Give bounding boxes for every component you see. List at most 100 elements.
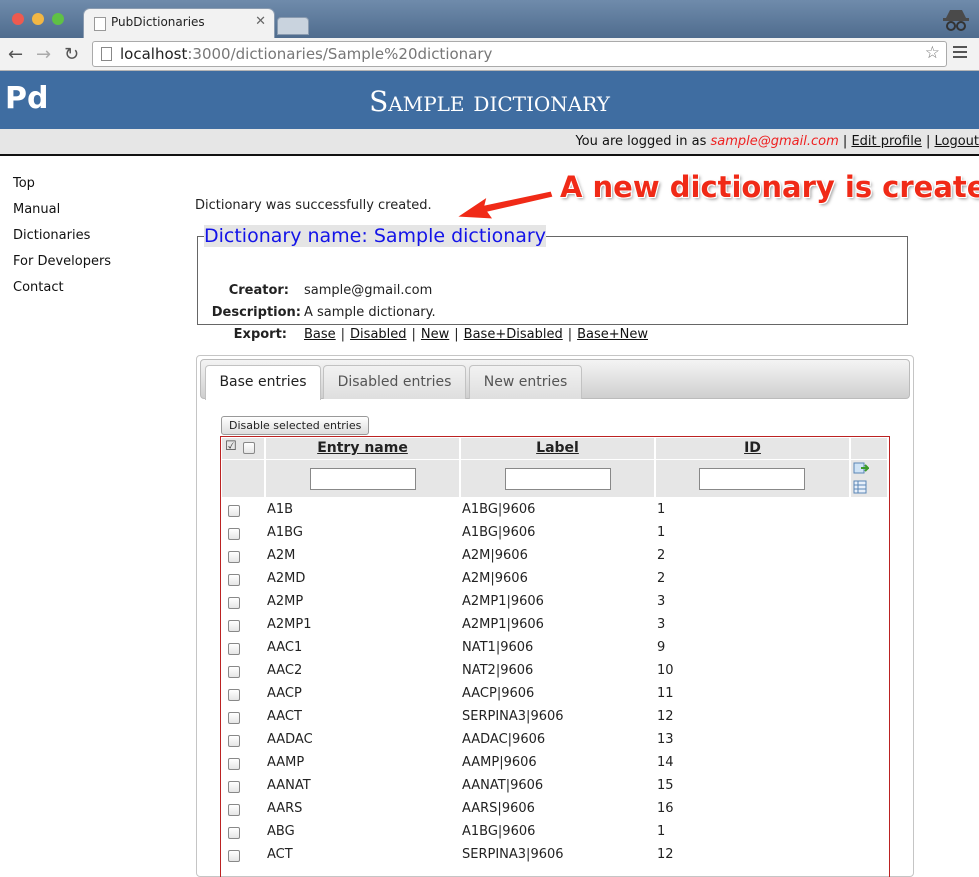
- column-header-id[interactable]: ID: [656, 438, 849, 459]
- entry-name-cell: ABG: [267, 824, 295, 839]
- sidebar-item-for-developers[interactable]: For Developers: [13, 254, 111, 280]
- row-checkbox[interactable]: [228, 620, 240, 632]
- id-filter-input[interactable]: [699, 468, 805, 490]
- label-filter-input[interactable]: [505, 468, 611, 490]
- creator-label: Creator:: [228, 283, 289, 298]
- browser-tab[interactable]: PubDictionaries ✕: [84, 9, 274, 38]
- table-row[interactable]: A1BG A1BG|9606 1: [221, 522, 889, 545]
- table-row[interactable]: A2M A2M|9606 2: [221, 545, 889, 568]
- close-window-button[interactable]: [12, 13, 24, 25]
- entry-name-cell: AAMP: [267, 755, 305, 770]
- browser-menu-icon[interactable]: [953, 46, 967, 61]
- id-cell: 1: [657, 525, 666, 540]
- tab-new-entries[interactable]: New entries: [469, 365, 582, 399]
- export-base-disabled-link[interactable]: Base+Disabled: [464, 327, 563, 342]
- separator: |: [842, 134, 848, 149]
- table-row[interactable]: ABG A1BG|9606 1: [221, 821, 889, 844]
- entry-name-cell: A1B: [267, 502, 294, 517]
- table-row[interactable]: AAMP AAMP|9606 14: [221, 752, 889, 775]
- export-new-link[interactable]: New: [421, 327, 449, 342]
- entries-panel: Base entries Disabled entries New entrie…: [196, 355, 914, 877]
- login-status-label: You are logged in as: [575, 134, 707, 149]
- close-tab-icon[interactable]: ✕: [255, 14, 266, 29]
- id-cell: 1: [657, 502, 666, 517]
- tab-disabled-entries[interactable]: Disabled entries: [323, 365, 466, 399]
- column-header-label[interactable]: Label: [461, 438, 654, 459]
- id-cell: 1: [657, 824, 666, 839]
- label-cell: AACP|9606: [462, 686, 535, 701]
- column-header-entry-name[interactable]: Entry name: [266, 438, 459, 459]
- row-checkbox[interactable]: [228, 574, 240, 586]
- row-checkbox[interactable]: [228, 781, 240, 793]
- table-row[interactable]: AAC2 NAT2|9606 10: [221, 660, 889, 683]
- table-row[interactable]: AARS AARS|9606 16: [221, 798, 889, 821]
- table-row[interactable]: AAC1 NAT1|9606 9: [221, 637, 889, 660]
- sidebar-item-dictionaries[interactable]: Dictionaries: [13, 228, 111, 254]
- sidebar: Top Manual Dictionaries For Developers C…: [13, 176, 111, 306]
- site-header: Pd Sample dictionary: [0, 71, 979, 129]
- row-checkbox[interactable]: [228, 643, 240, 655]
- row-checkbox[interactable]: [228, 758, 240, 770]
- table-row[interactable]: AADAC AADAC|9606 13: [221, 729, 889, 752]
- page-title: Sample dictionary: [369, 85, 610, 118]
- sidebar-item-contact[interactable]: Contact: [13, 280, 111, 306]
- edit-profile-link[interactable]: Edit profile: [851, 134, 921, 149]
- table-row[interactable]: A2MP A2MP1|9606 3: [221, 591, 889, 614]
- reload-icon[interactable]: ↻: [64, 44, 79, 65]
- entry-name-cell: AANAT: [267, 778, 311, 793]
- flash-message: Dictionary was successfully created.: [195, 198, 432, 213]
- export-disabled-link[interactable]: Disabled: [350, 327, 406, 342]
- export-label: Export:: [233, 327, 287, 342]
- header-action-cell: [851, 438, 887, 459]
- row-checkbox[interactable]: [228, 827, 240, 839]
- table-row[interactable]: A1B A1BG|9606 1: [221, 499, 889, 522]
- forward-icon[interactable]: →: [36, 44, 51, 65]
- id-cell: 3: [657, 594, 666, 609]
- refresh-icon[interactable]: [853, 462, 869, 476]
- row-checkbox[interactable]: [228, 689, 240, 701]
- export-base-link[interactable]: Base: [304, 327, 336, 342]
- zoom-window-button[interactable]: [52, 13, 64, 25]
- row-checkbox[interactable]: [228, 804, 240, 816]
- logout-link[interactable]: Logout: [934, 134, 979, 149]
- entries-grid: ☑ Entry name Label ID A1B A1BG|9606 1 A1BG A: [220, 436, 890, 877]
- export-base-new-link[interactable]: Base+New: [577, 327, 648, 342]
- table-row[interactable]: AACT SERPINA3|9606 12: [221, 706, 889, 729]
- table-row[interactable]: AACP AACP|9606 11: [221, 683, 889, 706]
- row-checkbox[interactable]: [228, 528, 240, 540]
- tab-base-entries[interactable]: Base entries: [205, 365, 321, 400]
- id-cell: 11: [657, 686, 674, 701]
- row-checkbox[interactable]: [228, 712, 240, 724]
- row-checkbox[interactable]: [228, 551, 240, 563]
- label-cell: A2MP1|9606: [462, 617, 544, 632]
- annotation-callout: A new dictionary is created: [560, 170, 979, 204]
- back-icon[interactable]: ←: [8, 44, 23, 65]
- minimize-window-button[interactable]: [32, 13, 44, 25]
- row-checkbox[interactable]: [228, 735, 240, 747]
- bookmark-star-icon[interactable]: ☆: [925, 43, 940, 63]
- user-email: sample@gmail.com: [710, 134, 839, 149]
- entry-name-filter-input[interactable]: [310, 468, 416, 490]
- address-bar[interactable]: localhost:3000/dictionaries/Sample%20dic…: [92, 41, 947, 67]
- disable-selected-button[interactable]: Disable selected entries: [221, 416, 370, 435]
- table-row[interactable]: ACT SERPINA3|9606 12: [221, 844, 889, 867]
- entries-tab-bar: Base entries Disabled entries New entrie…: [200, 359, 910, 400]
- page-icon: [94, 17, 106, 31]
- sidebar-item-manual[interactable]: Manual: [13, 202, 111, 228]
- row-checkbox[interactable]: [228, 505, 240, 517]
- row-checkbox[interactable]: [228, 597, 240, 609]
- sidebar-item-top[interactable]: Top: [13, 176, 111, 202]
- new-tab-button[interactable]: [277, 17, 309, 35]
- label-cell: A1BG|9606: [462, 824, 536, 839]
- table-row[interactable]: AANAT AANAT|9606 15: [221, 775, 889, 798]
- entry-name-cell: AACT: [267, 709, 302, 724]
- row-checkbox[interactable]: [228, 666, 240, 678]
- id-cell: 2: [657, 548, 666, 563]
- table-icon[interactable]: [853, 480, 867, 494]
- select-all-checkbox[interactable]: ☑: [225, 439, 237, 454]
- select-page-checkbox[interactable]: [243, 442, 255, 454]
- table-row[interactable]: A2MD A2M|9606 2: [221, 568, 889, 591]
- entry-name-cell: AACP: [267, 686, 302, 701]
- row-checkbox[interactable]: [228, 850, 240, 862]
- table-row[interactable]: A2MP1 A2MP1|9606 3: [221, 614, 889, 637]
